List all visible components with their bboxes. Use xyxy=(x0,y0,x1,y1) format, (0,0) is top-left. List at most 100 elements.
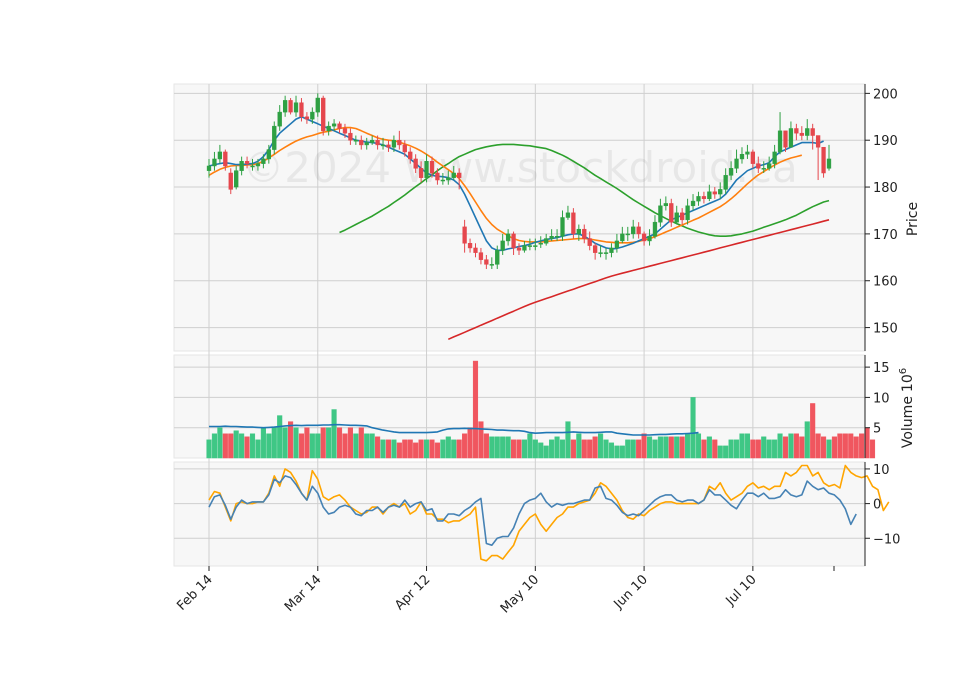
candle-body xyxy=(408,151,413,160)
candle-body xyxy=(696,196,701,202)
volume-bar xyxy=(614,445,620,459)
osc-y-tick-label: 0 xyxy=(873,498,881,513)
candle-body xyxy=(386,144,391,148)
volume-bar xyxy=(385,439,392,459)
candle-body xyxy=(680,212,685,221)
candle-body xyxy=(239,161,244,171)
candle-body xyxy=(592,245,598,253)
candle-body xyxy=(478,252,484,260)
candle-body xyxy=(723,175,728,190)
volume-bar xyxy=(646,436,653,459)
volume-bar xyxy=(418,439,424,459)
candle-body xyxy=(810,128,815,136)
candle-body xyxy=(549,235,554,239)
volume-bar xyxy=(249,433,256,459)
candle-body xyxy=(451,172,456,178)
volume-bar xyxy=(554,436,560,459)
candle-body xyxy=(228,172,233,190)
candle-body xyxy=(625,233,630,236)
candle-body xyxy=(805,128,810,136)
volume-bar xyxy=(211,433,218,459)
volume-bar xyxy=(668,436,674,459)
volume-bar xyxy=(293,427,299,459)
volume-bar xyxy=(869,439,876,459)
candle-body xyxy=(739,154,745,160)
volume-bar xyxy=(396,442,402,459)
x-tick-label: Apr 12 xyxy=(392,572,433,613)
candle-body xyxy=(598,252,603,254)
volume-bar xyxy=(320,427,326,459)
volume-bar xyxy=(663,436,669,459)
volume-bar xyxy=(619,445,625,459)
volume-bar xyxy=(657,436,663,459)
volume-bar xyxy=(239,433,245,459)
volume-bar xyxy=(521,439,528,459)
osc-y-tick-label: −10 xyxy=(873,532,900,547)
volume-bar xyxy=(842,433,848,459)
candle-body xyxy=(282,100,288,113)
volume-bar xyxy=(712,439,718,459)
candle-body xyxy=(571,212,576,235)
volume-bar xyxy=(559,439,566,459)
volume-bar xyxy=(815,433,821,459)
x-tick-label: Feb 14 xyxy=(174,572,216,614)
candle-body xyxy=(418,168,424,178)
volume-bar xyxy=(347,427,353,459)
volume-bar xyxy=(445,436,451,459)
volume-bar xyxy=(761,436,767,459)
candle-body xyxy=(701,196,707,200)
candle-body xyxy=(647,235,652,242)
volume-bar xyxy=(837,433,843,459)
candle-body xyxy=(728,168,734,176)
price-y-tick-label: 190 xyxy=(873,134,898,149)
volume-bar xyxy=(233,430,239,459)
volume-bar xyxy=(413,442,419,459)
candle-body xyxy=(750,151,756,164)
candle-body xyxy=(342,128,348,134)
volume-bar xyxy=(543,445,549,459)
candle-body xyxy=(505,233,511,242)
volume-bar xyxy=(690,397,696,459)
volume-bar xyxy=(630,439,636,459)
candle-body xyxy=(788,128,794,148)
volume-bar xyxy=(255,439,261,459)
volume-bar xyxy=(434,442,440,459)
candle-body xyxy=(538,243,543,245)
volume-bar xyxy=(472,360,479,459)
price-y-tick-label: 170 xyxy=(873,228,898,243)
candle-body xyxy=(326,125,331,132)
candle-body xyxy=(397,139,402,146)
candle-body xyxy=(489,264,494,266)
price-y-tick-label: 200 xyxy=(873,87,898,102)
candle-body xyxy=(304,116,310,120)
candle-body xyxy=(359,139,364,146)
volume-bar xyxy=(603,439,609,459)
candle-body xyxy=(446,177,451,181)
candle-body xyxy=(582,228,587,239)
volume-bar xyxy=(478,421,484,459)
volume-bar xyxy=(674,436,680,459)
candle-body xyxy=(473,247,478,253)
volume-bar xyxy=(848,433,854,459)
volume-bar xyxy=(652,439,658,459)
candle-body xyxy=(255,163,261,167)
volume-y-tick-label: 15 xyxy=(873,361,890,376)
x-tick-label: May 10 xyxy=(498,572,542,616)
candle-body xyxy=(756,163,761,169)
volume-bar xyxy=(587,439,593,459)
volume-bar xyxy=(358,427,364,459)
candle-body xyxy=(261,158,266,164)
volume-bar xyxy=(462,433,468,459)
candle-body xyxy=(288,100,293,113)
candle-body xyxy=(391,139,397,148)
volume-bar xyxy=(810,403,816,459)
volume-bar xyxy=(685,433,691,459)
volume-bar xyxy=(755,439,761,459)
volume-bar xyxy=(369,433,375,459)
candle-body xyxy=(500,240,505,251)
volume-bar xyxy=(222,433,228,459)
candle-body xyxy=(375,139,380,146)
volume-bar xyxy=(489,436,495,459)
volume-bar xyxy=(853,436,859,459)
volume-bar xyxy=(298,433,305,459)
